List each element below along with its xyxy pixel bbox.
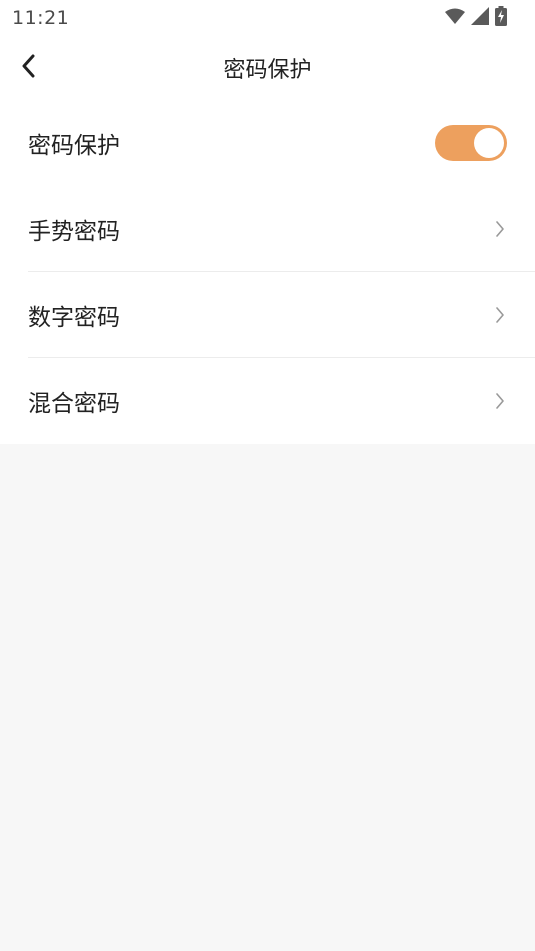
chevron-right-icon xyxy=(493,306,507,324)
settings-item-gesture-password[interactable]: 手势密码 xyxy=(28,186,535,272)
chevron-left-icon xyxy=(21,54,35,82)
navigation-bar: 密码保护 xyxy=(0,36,535,100)
page-title: 密码保护 xyxy=(223,58,312,83)
chevron-right-icon xyxy=(493,220,507,238)
settings-item-label: 数字密码 xyxy=(28,304,120,331)
settings-item-numeric-password[interactable]: 数字密码 xyxy=(28,272,535,358)
status-time: 11:21 xyxy=(12,7,70,29)
settings-item-label: 手势密码 xyxy=(28,218,120,245)
wifi-icon xyxy=(445,8,465,28)
header-area: 11:21 密码保护 xyxy=(0,0,535,100)
toggle-knob xyxy=(474,128,504,158)
settings-item-label: 混合密码 xyxy=(28,391,120,417)
signal-icon xyxy=(471,7,489,29)
password-protection-toggle[interactable] xyxy=(435,125,507,161)
password-protection-label: 密码保护 xyxy=(28,133,120,159)
password-protection-row: 密码保护 xyxy=(28,100,535,186)
settings-item-mixed-password[interactable]: 混合密码 xyxy=(28,358,535,444)
chevron-right-icon xyxy=(493,392,507,410)
settings-list: 密码保护 手势密码 数字密码 混合密码 xyxy=(0,100,535,444)
status-icons xyxy=(445,6,507,30)
screen: 11:21 密码保护 密码保护 手势密码 数字密码 混合密码 xyxy=(0,0,535,951)
back-button[interactable] xyxy=(10,50,46,86)
status-bar: 11:21 xyxy=(0,0,535,36)
battery-charging-icon xyxy=(495,6,507,30)
